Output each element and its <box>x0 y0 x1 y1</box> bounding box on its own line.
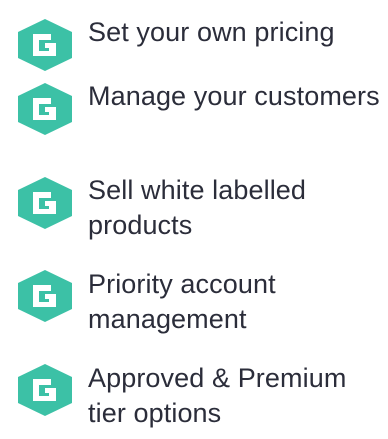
brand-logo-icon <box>18 83 72 135</box>
brand-logo-icon <box>18 177 72 229</box>
feature-label: Set your own pricing <box>88 17 335 47</box>
feature-list: Set your own pricing Manage your custome… <box>0 0 388 439</box>
feature-label: Sell white labelled products <box>88 175 307 240</box>
feature-label: Priority account management <box>88 269 276 334</box>
feature-label: Manage your customers <box>88 81 380 111</box>
brand-logo-icon <box>18 270 72 322</box>
brand-logo-icon <box>18 364 72 416</box>
brand-logo-icon <box>18 19 72 71</box>
feature-label: Approved & Premium tier options <box>88 363 347 428</box>
